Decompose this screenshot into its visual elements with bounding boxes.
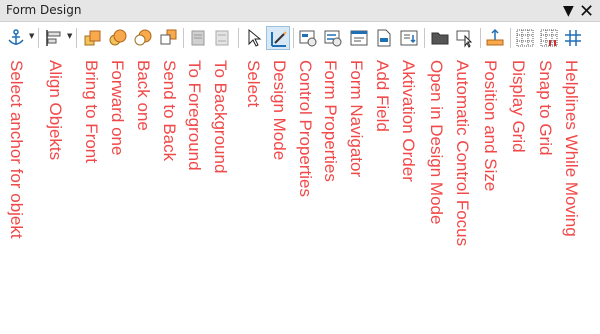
back-one-button[interactable] xyxy=(131,26,155,50)
to-background-icon xyxy=(215,30,229,46)
forward-one-icon xyxy=(109,29,127,46)
label-select-anchor: Select anchor for objekt xyxy=(7,60,26,239)
to-foreground-icon xyxy=(191,30,205,46)
toolbar-title: Form Design xyxy=(6,3,82,17)
separator xyxy=(510,28,511,48)
snap-to-grid-button[interactable] xyxy=(537,26,561,50)
label-form-navigator: Form Navigator xyxy=(347,60,366,178)
forward-one-button[interactable] xyxy=(106,26,130,50)
toolbar-titlebar: Form Design ▼ ✕ xyxy=(0,0,600,22)
align-icon xyxy=(46,30,61,46)
automatic-focus-icon xyxy=(456,30,473,48)
label-position-and-size: Position and Size xyxy=(481,60,500,192)
display-grid-button[interactable] xyxy=(513,26,537,50)
add-field-button[interactable] xyxy=(372,26,396,50)
control-properties-button[interactable] xyxy=(296,26,320,50)
snap-grid-icon xyxy=(540,29,558,47)
label-back-one: Back one xyxy=(134,60,153,131)
select-anchor-button[interactable] xyxy=(4,26,28,50)
separator xyxy=(480,28,481,48)
label-snap-to-grid: Snap to Grid xyxy=(536,60,555,156)
helplines-icon xyxy=(565,30,581,46)
activation-order-icon xyxy=(400,30,418,46)
label-select: Select xyxy=(244,60,263,108)
align-objects-button[interactable] xyxy=(42,26,66,50)
control-properties-icon xyxy=(299,30,317,47)
label-open-in-design-mode: Open in Design Mode xyxy=(427,60,446,225)
form-navigator-icon xyxy=(350,30,368,46)
helplines-while-moving-button[interactable] xyxy=(561,26,585,50)
close-icon[interactable]: ✕ xyxy=(579,1,594,22)
label-add-field: Add Field xyxy=(373,60,392,132)
anchor-icon xyxy=(8,29,24,45)
bring-to-front-icon xyxy=(84,30,101,46)
label-send-to-back: Send to Back xyxy=(160,60,179,162)
anchor-dropdown-icon[interactable]: ▼ xyxy=(29,32,34,40)
dropdown-menu-icon[interactable]: ▼ xyxy=(563,3,574,19)
label-to-background: To Background xyxy=(211,60,230,174)
separator xyxy=(183,28,184,48)
open-design-mode-icon xyxy=(431,32,449,45)
form-design-toolbar: ▼ ▼ xyxy=(0,22,600,56)
automatic-control-focus-button[interactable] xyxy=(453,26,477,50)
label-align-objects: Align Objekts xyxy=(46,60,65,161)
select-button[interactable] xyxy=(242,26,266,50)
position-size-icon xyxy=(486,28,504,46)
label-display-grid: Display Grid xyxy=(509,60,528,153)
to-background-button[interactable] xyxy=(211,26,235,50)
form-properties-icon xyxy=(324,30,342,47)
form-navigator-button[interactable] xyxy=(347,26,371,50)
label-automatic-control-focus: Automatic Control Focus xyxy=(453,60,472,247)
label-helplines-while-moving: Helplines While Moving xyxy=(562,60,581,237)
separator xyxy=(293,28,294,48)
align-dropdown-icon[interactable]: ▼ xyxy=(67,32,72,40)
separator xyxy=(238,28,239,48)
to-foreground-button[interactable] xyxy=(187,26,211,50)
position-and-size-button[interactable] xyxy=(483,26,507,50)
label-design-mode: Design Mode xyxy=(270,60,289,161)
back-one-icon xyxy=(134,29,152,46)
send-to-back-icon xyxy=(160,29,177,45)
form-properties-button[interactable] xyxy=(321,26,345,50)
add-field-icon xyxy=(377,29,391,47)
separator xyxy=(38,28,39,48)
bring-to-front-button[interactable] xyxy=(81,26,105,50)
label-forward-one: Forward one xyxy=(108,60,127,156)
label-to-foreground: To Foreground xyxy=(185,60,204,171)
display-grid-icon xyxy=(516,29,534,47)
open-design-mode-button[interactable] xyxy=(428,26,452,50)
label-form-properties: Form Properties xyxy=(321,60,340,182)
separator xyxy=(424,28,425,48)
design-mode-button[interactable] xyxy=(266,26,290,50)
label-control-properties: Control Properties xyxy=(296,60,315,198)
activation-order-button[interactable] xyxy=(397,26,421,50)
send-to-back-button[interactable] xyxy=(156,26,180,50)
design-mode-icon xyxy=(271,31,287,47)
label-activation-order: Aktivation Order xyxy=(399,60,418,182)
separator xyxy=(76,28,77,48)
label-bring-to-front: Bring to Front xyxy=(82,60,101,163)
select-pointer-icon xyxy=(248,28,262,47)
